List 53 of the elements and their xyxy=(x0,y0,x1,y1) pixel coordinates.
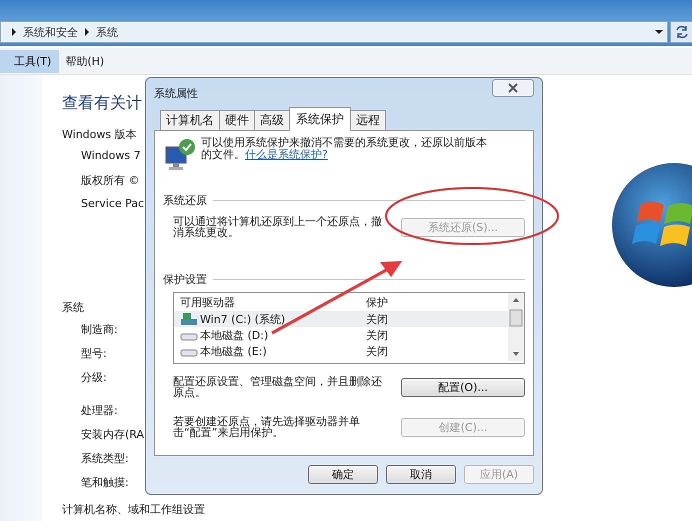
tab[interactable]: 硬件 xyxy=(219,110,255,130)
info-label: Service Pac xyxy=(81,197,144,212)
info-label: 笔和触摸: xyxy=(81,475,129,491)
tab[interactable]: 高级 xyxy=(254,110,290,130)
drive-name: 本地磁盘 (E:) xyxy=(200,344,267,358)
tab[interactable]: 远程 xyxy=(350,110,386,130)
system-drive-icon xyxy=(180,312,198,326)
help-link[interactable]: 什么是系统保护? xyxy=(245,148,328,161)
close-icon[interactable] xyxy=(492,79,534,97)
menu-item[interactable]: 工具(T) xyxy=(0,50,60,72)
info-label: 型号: xyxy=(81,346,107,362)
drive-row[interactable]: 本地磁盘 (E:) 关闭 xyxy=(174,343,508,359)
refresh-icon[interactable] xyxy=(670,21,692,43)
breadcrumb-item[interactable]: 系统 xyxy=(96,24,118,40)
configure-button[interactable]: 配置(O)... xyxy=(401,378,525,396)
info-label: 处理器: xyxy=(81,403,118,419)
info-label: 安装内存(RA xyxy=(81,427,144,443)
chevron-icon xyxy=(84,28,90,36)
section-heading: 系统 xyxy=(62,300,84,315)
restore-description: 可以通过将计算机还原到上一个还原点，撤消系统更改。 xyxy=(173,216,383,238)
address-bar[interactable]: 系统和安全 系统 xyxy=(0,21,668,43)
column-header[interactable]: 可用驱动器 xyxy=(174,294,366,310)
intro-text: 可以使用系统保护来撤消不需要的系统更改，还原以前版本的文件。什么是系统保护? xyxy=(201,137,488,161)
scrollbar[interactable] xyxy=(508,293,524,361)
drive-row[interactable]: Win7 (C:) (系统) 关闭 xyxy=(174,311,508,327)
menu-item[interactable]: 帮助(H) xyxy=(59,50,112,72)
breadcrumb-item[interactable]: 系统和安全 xyxy=(23,24,78,40)
drive-row[interactable]: 本地磁盘 (D:) 关闭 xyxy=(174,327,508,343)
tab[interactable]: 系统保护 xyxy=(289,107,351,131)
section-heading: Windows 版本 xyxy=(62,127,137,142)
protection-status: 关闭 xyxy=(366,328,389,342)
dialog-title: 系统属性 xyxy=(154,86,198,101)
computer-shield-icon xyxy=(163,137,197,171)
info-label: 制造商: xyxy=(81,322,118,338)
protection-status: 关闭 xyxy=(366,312,389,326)
column-header[interactable]: 保护 xyxy=(366,294,508,310)
page-title: 查看有关计 xyxy=(62,93,142,114)
tab[interactable]: 计算机名 xyxy=(160,110,220,130)
info-label: 分级: xyxy=(81,370,107,386)
section-heading: 计算机名称、域和工作组设置 xyxy=(62,502,205,518)
info-label: 系统类型: xyxy=(81,451,129,467)
dialog-button[interactable]: 取消 xyxy=(386,465,456,484)
info-label: Windows 7 xyxy=(81,149,141,164)
dialog-button[interactable]: 确定 xyxy=(308,465,378,484)
group-label: 保护设置 xyxy=(163,272,207,287)
info-label: 版权所有 © xyxy=(81,173,140,189)
group-label: 系统还原 xyxy=(163,193,207,208)
drive-name: Win7 (C:) (系统) xyxy=(200,312,286,326)
drive-name: 本地磁盘 (D:) xyxy=(200,328,268,342)
create-description: 若要创建还原点，请先选择驱动器并单击“配置”来启用保护。 xyxy=(173,416,361,438)
configure-description: 配置还原设置、管理磁盘空间，并且删除还原点。 xyxy=(173,376,383,398)
chevron-icon xyxy=(11,28,17,36)
protection-status: 关闭 xyxy=(366,344,389,358)
